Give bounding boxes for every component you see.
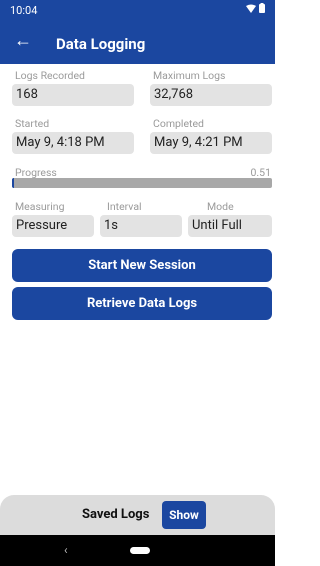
completed-field: May 9, 4:21 PM [150, 132, 272, 154]
progress-fill [12, 178, 15, 188]
maximum-logs-field: 32,768 [150, 84, 272, 106]
status-time: 10:04 [10, 4, 38, 17]
saved-logs-sheet: Saved Logs Show [0, 495, 275, 535]
measuring-label: Measuring [15, 200, 65, 213]
nav-home-icon[interactable] [130, 547, 150, 554]
arrow-left-icon[interactable]: ← [14, 31, 32, 51]
measuring-field: Pressure [12, 215, 94, 237]
logs-recorded-label: Logs Recorded [15, 69, 85, 82]
logs-recorded-field: 168 [12, 84, 134, 106]
nav-back-icon[interactable]: ‹ [64, 543, 68, 557]
start-new-session-button[interactable]: Start New Session [12, 249, 272, 282]
progress-bar [12, 178, 272, 188]
mode-field: Until Full [188, 215, 272, 237]
show-saved-logs-button[interactable]: Show [162, 501, 206, 529]
maximum-logs-label: Maximum Logs [153, 69, 226, 82]
wifi-icon [246, 4, 256, 13]
system-nav-bar: ‹ [0, 535, 275, 566]
page-title: Data Logging [56, 35, 146, 53]
retrieve-data-logs-button[interactable]: Retrieve Data Logs [12, 287, 272, 320]
completed-label: Completed [153, 117, 204, 130]
saved-logs-label: Saved Logs [82, 507, 150, 522]
started-field: May 9, 4:18 PM [12, 132, 134, 154]
status-bar: 10:04 [0, 0, 275, 20]
interval-field: 1s [100, 215, 182, 237]
mode-label: Mode [207, 200, 234, 213]
battery-icon [259, 3, 265, 13]
app-bar: ← Data Logging [0, 20, 275, 64]
status-icons [246, 3, 265, 13]
interval-label: Interval [107, 200, 142, 213]
started-label: Started [15, 117, 50, 130]
